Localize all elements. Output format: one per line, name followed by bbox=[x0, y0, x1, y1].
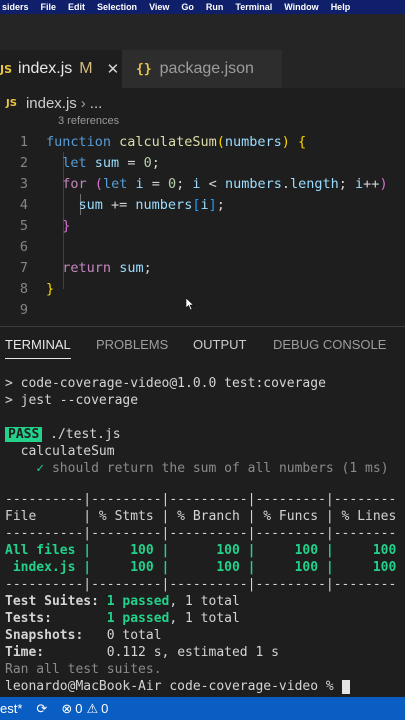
code-line: 8 } bbox=[0, 278, 405, 299]
line-number: 7 bbox=[19, 259, 28, 276]
code-line: 9 bbox=[0, 299, 405, 320]
js-file-icon: JS bbox=[0, 62, 13, 76]
warning-icon: ⚠ bbox=[86, 700, 99, 716]
tab-label: package.json bbox=[159, 60, 254, 77]
line-number: 5 bbox=[19, 217, 28, 234]
terminal-line: PASS ./test.js bbox=[5, 426, 121, 443]
modified-marker: M bbox=[79, 60, 93, 77]
js-file-icon: JS bbox=[6, 97, 17, 109]
coverage-row: All files | 100 | 100 | 100 | 100 bbox=[5, 543, 397, 558]
code-line: 5 } bbox=[0, 215, 405, 236]
json-file-icon: {} bbox=[136, 61, 152, 77]
coverage-rule: ----------|---------|----------|--------… bbox=[5, 526, 397, 541]
menu-run[interactable]: Run bbox=[206, 2, 224, 12]
menu-edit[interactable]: Edit bbox=[68, 2, 85, 12]
macos-menu-bar: siders File Edit Selection View Go Run T… bbox=[0, 0, 405, 14]
terminal-line: ✓ should return the sum of all numbers (… bbox=[5, 460, 389, 477]
terminal-line: calculateSum bbox=[5, 444, 115, 459]
status-branch[interactable]: est* bbox=[0, 701, 22, 716]
chevron-right-icon: › bbox=[80, 94, 86, 112]
line-number: 6 bbox=[19, 238, 28, 255]
title-area bbox=[0, 14, 405, 50]
terminal-cursor bbox=[341, 679, 350, 694]
status-problems[interactable]: ⊗ 0 ⚠ 0 bbox=[61, 701, 108, 717]
terminal-line: Ran all test suites. bbox=[5, 662, 162, 677]
coverage-header: File | % Stmts | % Branch | % Funcs | % … bbox=[5, 509, 397, 524]
terminal-line: Time: 0.112 s, estimated 1 s bbox=[5, 645, 279, 660]
tab-package-json[interactable]: {} package.json bbox=[122, 50, 282, 88]
terminal-line: > jest --coverage bbox=[5, 393, 139, 408]
line-number: 4 bbox=[19, 196, 28, 213]
status-bar: est* ⟳ ⊗ 0 ⚠ 0 bbox=[0, 697, 405, 720]
code-line: 2 let sum = 0; bbox=[0, 152, 405, 173]
line-number: 3 bbox=[19, 175, 28, 192]
menu-selection[interactable]: Selection bbox=[97, 2, 137, 12]
error-icon: ⊗ bbox=[61, 700, 73, 716]
line-number: 1 bbox=[19, 133, 28, 150]
check-icon: ✓ bbox=[5, 461, 52, 476]
menu-go[interactable]: Go bbox=[181, 2, 194, 12]
terminal[interactable]: > code-coverage-video@1.0.0 test:coverag… bbox=[5, 372, 405, 697]
breadcrumb-file[interactable]: index.js bbox=[26, 95, 77, 112]
coverage-row: index.js | 100 | 100 | 100 | 100 bbox=[5, 560, 397, 575]
menu-terminal[interactable]: Terminal bbox=[235, 2, 272, 12]
menu-file[interactable]: File bbox=[41, 2, 57, 12]
tab-label: index.js bbox=[18, 60, 73, 77]
breadcrumb: JS index.js › ... bbox=[6, 92, 102, 114]
menu-view[interactable]: View bbox=[149, 2, 169, 12]
close-icon[interactable]: ✕ bbox=[107, 60, 120, 78]
coverage-rule: ----------|---------|----------|--------… bbox=[5, 577, 397, 592]
line-number: 8 bbox=[19, 280, 28, 297]
test-file: ./test.js bbox=[42, 427, 121, 442]
error-count: 0 bbox=[75, 701, 83, 716]
line-number: 2 bbox=[19, 154, 28, 171]
warning-count: 0 bbox=[101, 701, 109, 716]
code-line: 1 function calculateSum(numbers) { bbox=[0, 131, 405, 152]
tab-output[interactable]: OUTPUT bbox=[193, 337, 246, 352]
code-line: 4 sum += numbers[i]; bbox=[0, 194, 405, 215]
terminal-line: Tests: 1 passed, 1 total bbox=[5, 611, 240, 626]
code-editor[interactable]: 3 references 1 function calculateSum(num… bbox=[0, 114, 405, 324]
codelens-references[interactable]: 3 references bbox=[58, 115, 119, 127]
terminal-line: Test Suites: 1 passed, 1 total bbox=[5, 594, 240, 609]
code-line: 7 return sum; bbox=[0, 257, 405, 278]
breadcrumb-rest[interactable]: ... bbox=[90, 95, 103, 112]
panel-tab-bar: TERMINAL PROBLEMS OUTPUT DEBUG CONSOLE bbox=[0, 326, 405, 362]
terminal-line: > code-coverage-video@1.0.0 test:coverag… bbox=[5, 376, 326, 391]
code-line: 6 bbox=[0, 236, 405, 257]
menu-app-name[interactable]: siders bbox=[2, 2, 29, 12]
coverage-rule: ----------|---------|----------|--------… bbox=[5, 492, 397, 507]
line-number: 9 bbox=[19, 301, 28, 318]
tab-index-js[interactable]: JS index.js M ✕ bbox=[0, 50, 122, 88]
terminal-prompt: leonardo@MacBook-Air code-coverage-video… bbox=[5, 678, 350, 695]
tab-debug-console[interactable]: DEBUG CONSOLE bbox=[273, 337, 386, 352]
sync-icon[interactable]: ⟳ bbox=[36, 701, 47, 717]
tab-problems[interactable]: PROBLEMS bbox=[96, 337, 168, 352]
tab-terminal[interactable]: TERMINAL bbox=[5, 337, 71, 359]
terminal-line: Snapshots: 0 total bbox=[5, 628, 162, 643]
mouse-pointer-icon bbox=[186, 298, 194, 310]
code-line: 3 for (let i = 0; i < numbers.length; i+… bbox=[0, 173, 405, 194]
test-name: should return the sum of all numbers (1 … bbox=[51, 461, 389, 476]
pass-badge: PASS bbox=[5, 427, 43, 442]
menu-window[interactable]: Window bbox=[284, 2, 318, 12]
menu-help[interactable]: Help bbox=[331, 2, 351, 12]
